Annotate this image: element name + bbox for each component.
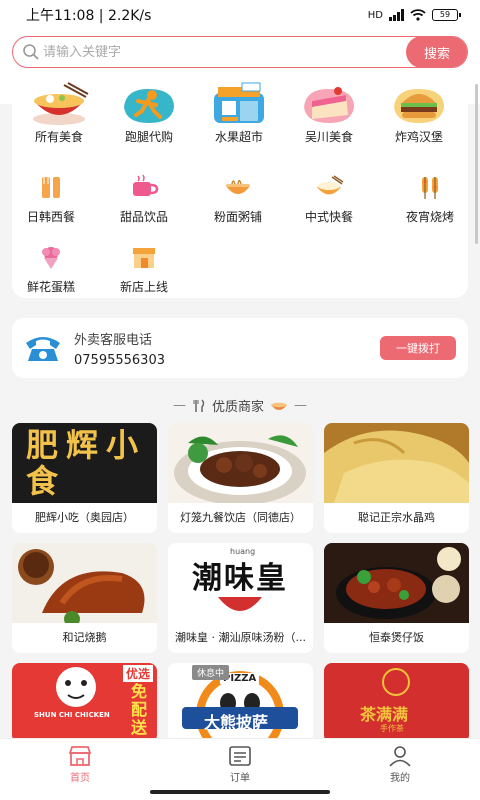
battery-icon: 59 — [432, 9, 461, 21]
store-image — [324, 423, 469, 503]
category-all-food[interactable]: 所有美食 — [14, 72, 104, 145]
store-name: 和记烧鹅 — [62, 631, 107, 644]
store-card[interactable]: 肥辉小食 肥辉小吃（奥园店） — [12, 423, 157, 533]
store-card[interactable]: 灯笼九餐饮店（同德店） — [168, 423, 313, 533]
store-name: 聪记正宗水晶鸡 — [358, 511, 435, 524]
runner-icon — [116, 80, 182, 128]
category-fruit-market[interactable]: 水果超市 — [194, 72, 284, 145]
store-image: 茶满满 手作茶 — [324, 663, 469, 743]
call-button[interactable]: 一键拨打 — [380, 336, 456, 360]
signal-icon — [389, 9, 404, 21]
store-image — [168, 423, 313, 503]
fork-knife-icon — [36, 172, 66, 202]
store-name: 肥辉小吃（奥园店） — [35, 511, 134, 524]
category-late-night-bbq[interactable]: 夜宵烧烤 — [385, 172, 475, 225]
home-indicator — [150, 790, 330, 794]
noodle-icon — [223, 172, 253, 202]
category-chinese-fast-food[interactable]: 中式快餐 — [284, 172, 374, 225]
category-new-stores[interactable]: 新店上线 — [99, 242, 189, 295]
home-icon — [68, 746, 92, 766]
cutlery-icon — [193, 398, 205, 412]
status-time: 上午11:08 | 2.2K/s — [26, 8, 152, 24]
scrollbar[interactable] — [475, 84, 478, 244]
status-bar: 上午11:08 | 2.2K/s HD 59 — [0, 0, 480, 30]
category-card: 所有美食 跑腿代购 水果超市 吴川美食 炸鸡汉堡 日韩西餐 甜品饮品 粉面粥铺 … — [12, 72, 468, 298]
category-desserts-drinks[interactable]: 甜品饮品 — [99, 172, 189, 225]
new-store-icon — [129, 242, 159, 272]
skewer-icon — [415, 172, 445, 202]
store-image: 优选 免配送 SHUN CHI CHICKEN — [12, 663, 157, 743]
store-card[interactable]: 优选 免配送 SHUN CHI CHICKEN — [12, 663, 157, 743]
store-card[interactable]: 恒泰煲仔饭 — [324, 543, 469, 653]
status-badge: 休息中 — [192, 665, 230, 680]
profile-icon — [389, 746, 411, 767]
shop-icon — [206, 80, 272, 128]
flower-icon — [36, 242, 66, 272]
search-button[interactable]: 搜索 — [406, 37, 467, 67]
section-title-text: 优质商家 — [211, 400, 264, 415]
store-card[interactable]: 和记烧鹅 — [12, 543, 157, 653]
tab-profile[interactable]: 我的 — [350, 745, 450, 800]
category-wuchuan-food[interactable]: 吴川美食 — [284, 72, 374, 145]
store-card[interactable]: huang 潮味皇 潮味皇 · 潮汕原味汤粉（... — [168, 543, 313, 653]
category-fried-chicken-burger[interactable]: 炸鸡汉堡 — [374, 72, 464, 145]
search-box: 搜索 — [12, 36, 468, 68]
store-name: 潮味皇 · 潮汕原味汤粉（... — [175, 631, 306, 644]
burger-icon — [386, 80, 452, 128]
store-name: 恒泰煲仔饭 — [369, 631, 424, 644]
hotline-phone: 07595556303 — [74, 352, 165, 368]
order-icon — [229, 746, 251, 766]
rice-bowl-icon — [314, 172, 344, 202]
store-image: PIZZA 大熊披萨 休息中 — [168, 663, 313, 743]
bowl-icon — [271, 402, 287, 410]
store-card[interactable]: PIZZA 大熊披萨 休息中 — [168, 663, 313, 743]
network-type: HD — [367, 9, 383, 21]
store-image — [324, 543, 469, 623]
store-card[interactable]: 聪记正宗水晶鸡 — [324, 423, 469, 533]
store-image — [12, 543, 157, 623]
search-input[interactable] — [43, 44, 406, 60]
category-noodles-porridge[interactable]: 粉面粥铺 — [193, 172, 283, 225]
store-card[interactable]: 茶满满 手作茶 — [324, 663, 469, 743]
section-title: — 优质商家 — — [172, 398, 307, 415]
hotline-title: 外卖客服电话 — [74, 332, 153, 348]
store-image: 肥辉小食 — [12, 423, 157, 503]
customer-service-card: 外卖客服电话 07595556303 一键拨打 — [12, 318, 468, 378]
search-icon — [13, 43, 43, 61]
store-image: huang 潮味皇 — [168, 543, 313, 623]
category-flowers-cakes[interactable]: 鲜花蛋糕 — [6, 242, 96, 295]
cake-icon — [296, 80, 362, 128]
tab-home[interactable]: 首页 — [30, 745, 130, 800]
store-name: 灯笼九餐饮店（同德店） — [180, 511, 301, 524]
phone-icon — [26, 337, 60, 361]
wifi-icon — [410, 9, 426, 21]
status-icons: HD 59 — [367, 9, 461, 21]
drink-cup-icon — [129, 172, 159, 202]
category-errand[interactable]: 跑腿代购 — [104, 72, 194, 145]
noodle-bowl-icon — [26, 80, 92, 128]
category-japanese-korean-western[interactable]: 日韩西餐 — [6, 172, 96, 225]
